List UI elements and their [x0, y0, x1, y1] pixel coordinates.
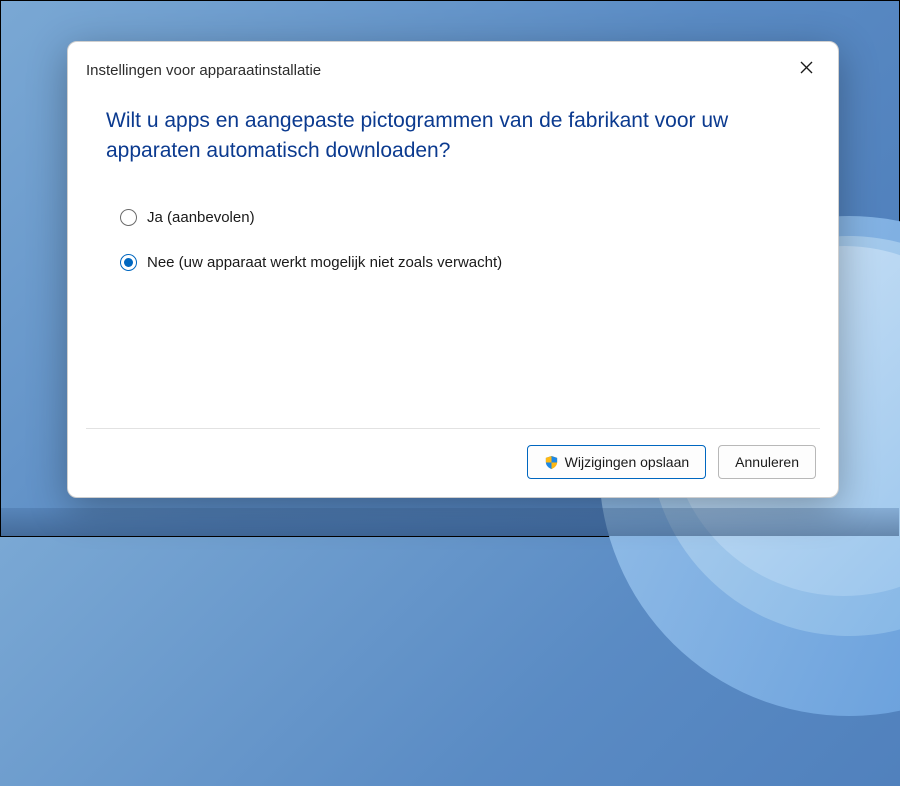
- device-installation-settings-dialog: Instellingen voor apparaatinstallatie Wi…: [67, 41, 839, 498]
- radio-icon-unselected: [120, 209, 137, 226]
- save-changes-button[interactable]: Wijzigingen opslaan: [527, 445, 707, 479]
- radio-label: Ja (aanbevolen): [147, 209, 255, 226]
- save-button-label: Wijzigingen opslaan: [565, 454, 690, 470]
- dialog-title: Instellingen voor apparaatinstallatie: [86, 62, 321, 79]
- radio-option-yes[interactable]: Ja (aanbevolen): [120, 209, 800, 226]
- dialog-body: Wilt u apps en aangepaste pictogrammen v…: [68, 84, 838, 428]
- dialog-header: Instellingen voor apparaatinstallatie: [68, 42, 838, 84]
- close-button[interactable]: [792, 56, 820, 84]
- dialog-question: Wilt u apps en aangepaste pictogrammen v…: [106, 106, 800, 167]
- radio-label: Nee (uw apparaat werkt mogelijk niet zoa…: [147, 254, 502, 271]
- uac-shield-icon: [544, 455, 559, 470]
- cancel-button[interactable]: Annuleren: [718, 445, 816, 479]
- radio-option-no[interactable]: Nee (uw apparaat werkt mogelijk niet zoa…: [120, 254, 800, 271]
- radio-group: Ja (aanbevolen) Nee (uw apparaat werkt m…: [106, 209, 800, 271]
- close-icon: [800, 61, 813, 79]
- radio-icon-selected: [120, 254, 137, 271]
- cancel-button-label: Annuleren: [735, 454, 799, 470]
- dialog-footer: Wijzigingen opslaan Annuleren: [68, 429, 838, 497]
